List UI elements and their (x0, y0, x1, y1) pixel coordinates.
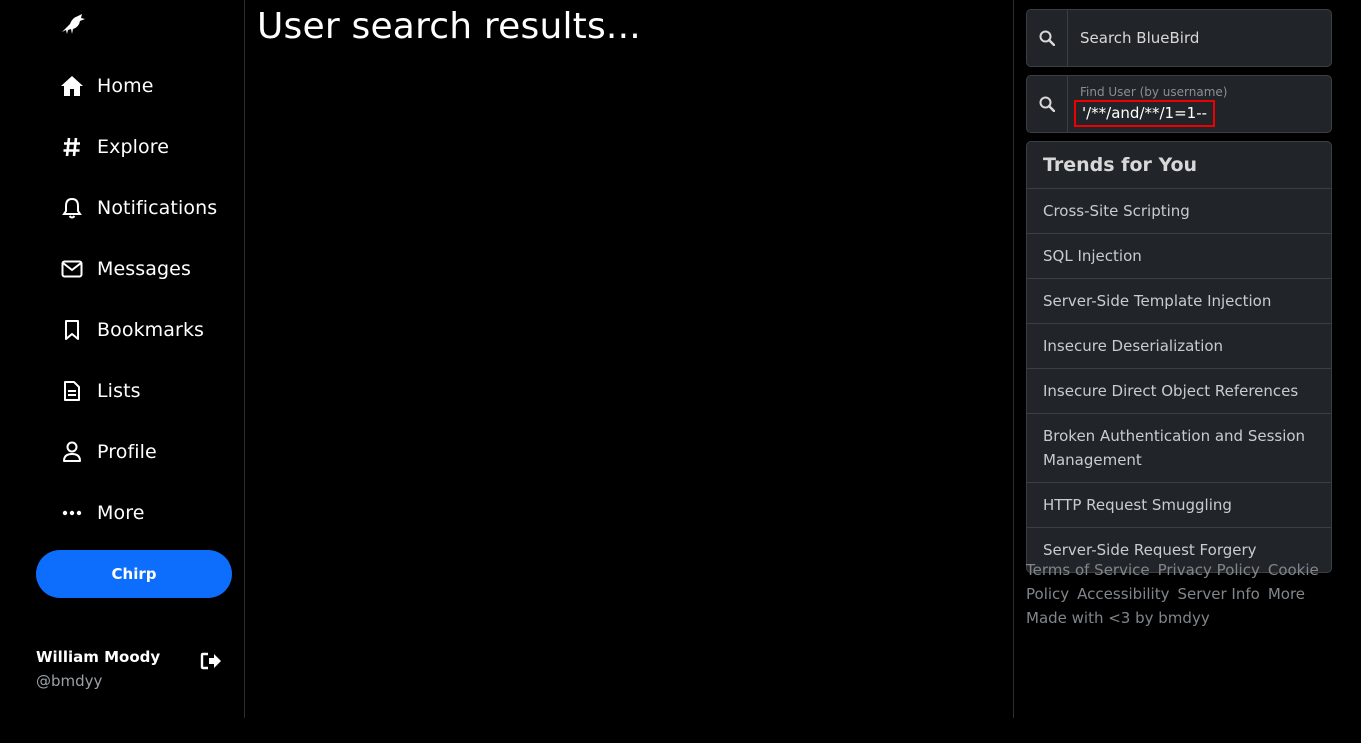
nav-more-label: More (97, 502, 145, 524)
trend-item[interactable]: HTTP Request Smuggling (1027, 483, 1331, 528)
trend-item[interactable]: Server-Side Template Injection (1027, 279, 1331, 324)
envelope-icon (60, 257, 84, 281)
footer-link-privacy[interactable]: Privacy Policy (1158, 561, 1260, 579)
nav-bookmarks[interactable]: Bookmarks (60, 310, 204, 350)
main-content: User search results... (245, 0, 1014, 718)
trend-item[interactable]: Insecure Deserialization (1027, 324, 1331, 369)
footer-link-terms[interactable]: Terms of Service (1026, 561, 1150, 579)
trends-panel: Trends for You Cross-Site Scripting SQL … (1026, 141, 1332, 573)
nav-home-label: Home (97, 75, 154, 97)
trend-item[interactable]: Cross-Site Scripting (1027, 189, 1331, 234)
dots-icon (60, 501, 84, 525)
find-user-input[interactable]: Find User (by username) '/**/and/**/1=1-… (1068, 76, 1331, 132)
sidebar: Home Explore Notifications Messages Book… (0, 0, 245, 718)
footer-link-server-info[interactable]: Server Info (1177, 585, 1259, 603)
home-icon (60, 74, 84, 98)
nav-home[interactable]: Home (60, 66, 154, 106)
trend-item[interactable]: Insecure Direct Object References (1027, 369, 1331, 414)
nav-lists-label: Lists (97, 380, 141, 402)
user-handle: @bmdyy (36, 672, 103, 690)
search-bluebird-box: Search BlueBird (1026, 9, 1332, 67)
nav-explore[interactable]: Explore (60, 127, 169, 167)
chirp-button[interactable]: Chirp (36, 550, 232, 598)
nav-bookmarks-label: Bookmarks (97, 319, 205, 341)
hash-icon (60, 135, 84, 159)
footer: Terms of Service Privacy Policy Cookie Pol… (1026, 558, 1336, 630)
bird-logo-icon[interactable] (60, 12, 86, 36)
person-icon (60, 440, 84, 464)
search-icon (1027, 76, 1068, 132)
trends-title: Trends for You (1027, 142, 1331, 189)
page-title: User search results... (257, 6, 641, 47)
footer-link-accessibility[interactable]: Accessibility (1077, 585, 1169, 603)
nav-messages-label: Messages (97, 258, 191, 280)
search-icon (1027, 10, 1068, 66)
document-icon (60, 379, 84, 403)
find-user-box: Find User (by username) '/**/and/**/1=1-… (1026, 75, 1332, 133)
nav-profile[interactable]: Profile (60, 432, 157, 472)
nav-profile-label: Profile (97, 441, 157, 463)
nav-explore-label: Explore (97, 136, 169, 158)
logout-icon[interactable] (200, 651, 222, 671)
trend-item[interactable]: Broken Authentication and Session Manage… (1027, 414, 1331, 483)
nav-notifications[interactable]: Notifications (60, 188, 217, 228)
search-placeholder: Search BlueBird (1080, 29, 1200, 47)
find-user-value[interactable]: '/**/and/**/1=1-- (1074, 100, 1216, 127)
bell-icon (60, 196, 84, 220)
search-input[interactable]: Search BlueBird (1068, 10, 1331, 66)
nav-messages[interactable]: Messages (60, 249, 191, 289)
find-user-label: Find User (by username) (1080, 85, 1228, 99)
footer-link-more[interactable]: More (1268, 585, 1305, 603)
trend-item[interactable]: SQL Injection (1027, 234, 1331, 279)
footer-credit: Made with <3 by bmdyy (1026, 609, 1210, 627)
bookmark-icon (60, 318, 84, 342)
nav-notifications-label: Notifications (97, 197, 218, 219)
nav-lists[interactable]: Lists (60, 371, 141, 411)
user-name: William Moody (36, 648, 161, 666)
nav-more[interactable]: More (60, 493, 145, 533)
